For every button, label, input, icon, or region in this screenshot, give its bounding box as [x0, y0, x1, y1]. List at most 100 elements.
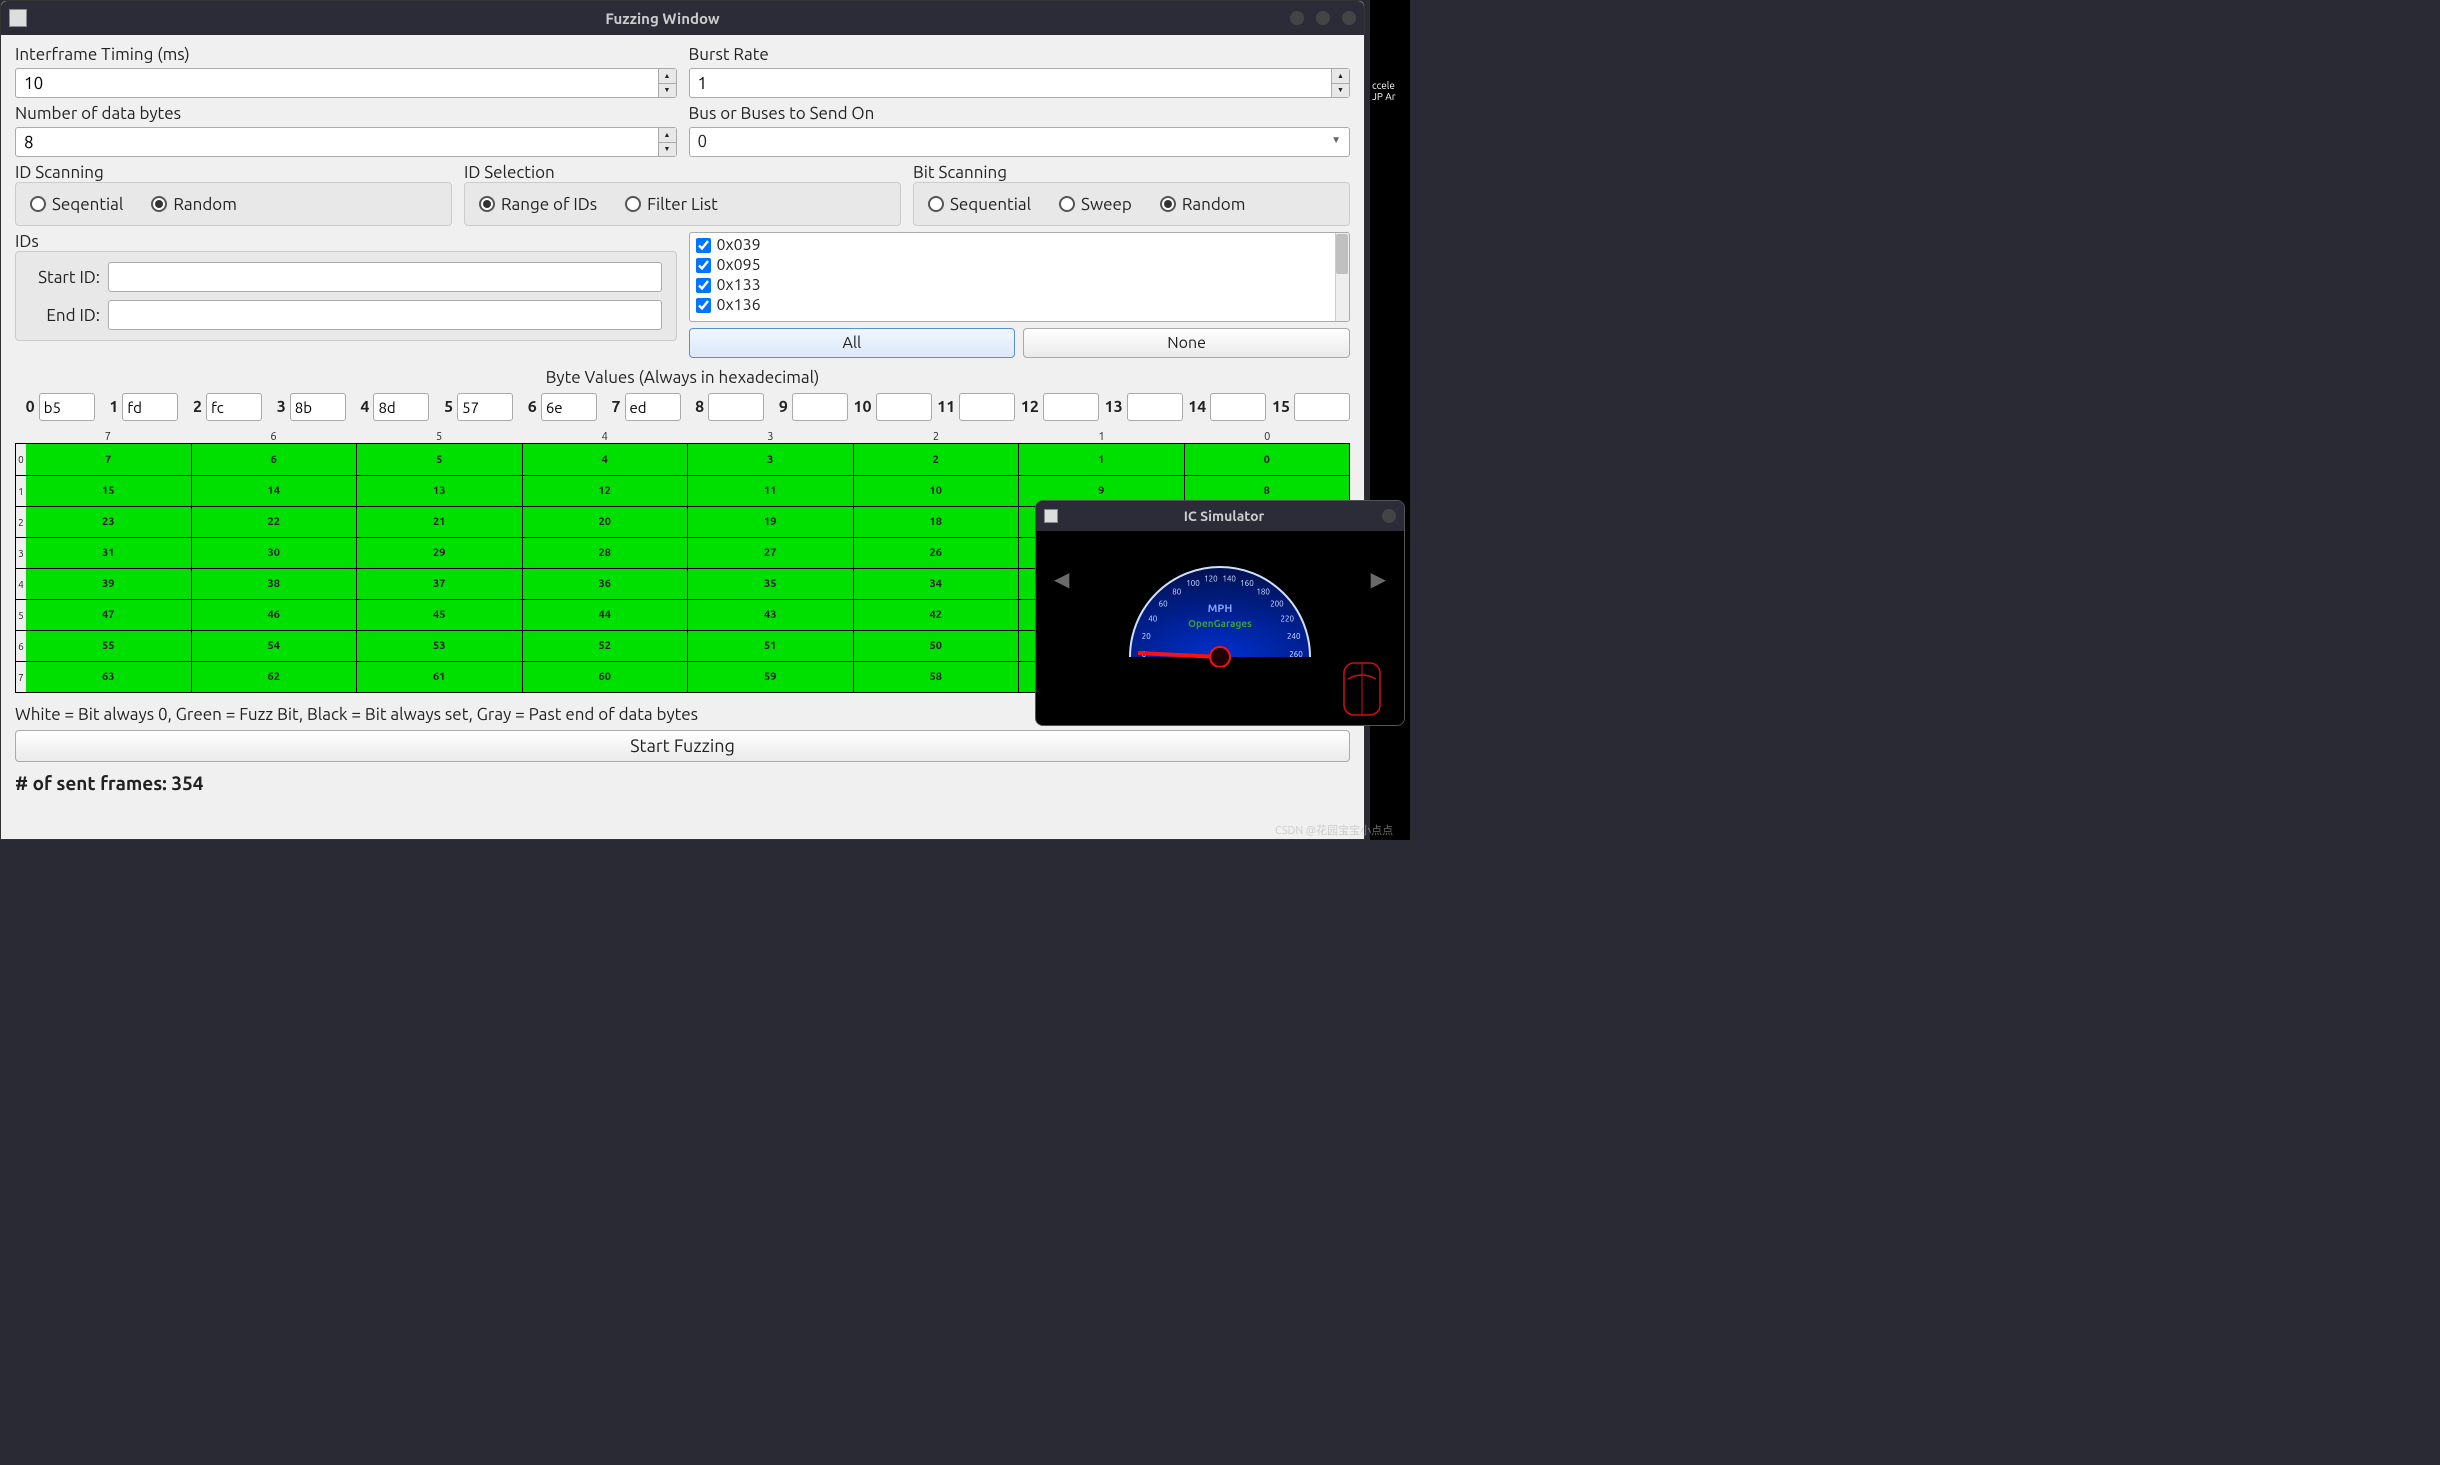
byte-input-5[interactable]: [457, 393, 513, 421]
bit-cell[interactable]: 1: [1019, 444, 1185, 475]
byte-input-13[interactable]: [1127, 393, 1183, 421]
byte-input-1[interactable]: [122, 393, 178, 421]
bit-cell[interactable]: 60: [523, 662, 689, 692]
idlist-checkbox[interactable]: [696, 278, 711, 293]
bit-cell[interactable]: 10: [854, 476, 1020, 506]
scrollbar-thumb[interactable]: [1336, 234, 1348, 274]
byte-input-6[interactable]: [541, 393, 597, 421]
bit-cell[interactable]: 31: [26, 538, 192, 568]
idlist-checkbox[interactable]: [696, 298, 711, 313]
idlist-item[interactable]: 0x039: [692, 235, 1348, 255]
bit-cell[interactable]: 61: [357, 662, 523, 692]
bit-cell[interactable]: 19: [688, 507, 854, 537]
idscan-group-option-1[interactable]: Random: [151, 195, 237, 214]
bit-cell[interactable]: 51: [688, 631, 854, 661]
sim-titlebar[interactable]: IC Simulator: [1036, 501, 1404, 531]
bit-cell[interactable]: 5: [357, 444, 523, 475]
byte-input-2[interactable]: [206, 393, 262, 421]
idlist-item[interactable]: 0x095: [692, 255, 1348, 275]
bit-cell[interactable]: 7: [26, 444, 192, 475]
idlist-item[interactable]: 0x133: [692, 275, 1348, 295]
interframe-input[interactable]: [15, 68, 659, 98]
byte-input-7[interactable]: [625, 393, 681, 421]
bitscan-group-option-1[interactable]: Sweep: [1059, 195, 1132, 214]
bytes-input[interactable]: [15, 127, 659, 157]
bit-cell[interactable]: 35: [688, 569, 854, 599]
byte-input-9[interactable]: [792, 393, 848, 421]
close-button[interactable]: [1342, 11, 1356, 25]
bit-cell[interactable]: 29: [357, 538, 523, 568]
byte-input-3[interactable]: [290, 393, 346, 421]
bit-cell[interactable]: 58: [854, 662, 1020, 692]
bit-cell[interactable]: 0: [1185, 444, 1350, 475]
bit-cell[interactable]: 3: [688, 444, 854, 475]
start-fuzzing-button[interactable]: Start Fuzzing: [15, 730, 1350, 762]
byte-input-10[interactable]: [876, 393, 932, 421]
interframe-up-button[interactable]: ▲: [659, 69, 676, 84]
bit-cell[interactable]: 27: [688, 538, 854, 568]
bit-cell[interactable]: 53: [357, 631, 523, 661]
bit-cell[interactable]: 47: [26, 600, 192, 630]
sim-close-button[interactable]: [1382, 509, 1396, 523]
bit-cell[interactable]: 45: [357, 600, 523, 630]
none-button[interactable]: None: [1023, 328, 1350, 358]
bytes-up-button[interactable]: ▲: [659, 128, 676, 143]
bit-cell[interactable]: 30: [192, 538, 358, 568]
bit-cell[interactable]: 15: [26, 476, 192, 506]
bit-cell[interactable]: 20: [523, 507, 689, 537]
minimize-button[interactable]: [1290, 11, 1304, 25]
bit-cell[interactable]: 44: [523, 600, 689, 630]
bit-cell[interactable]: 26: [854, 538, 1020, 568]
byte-input-12[interactable]: [1043, 393, 1099, 421]
bit-cell[interactable]: 2: [854, 444, 1020, 475]
bit-cell[interactable]: 54: [192, 631, 358, 661]
byte-input-11[interactable]: [959, 393, 1015, 421]
bit-cell[interactable]: 11: [688, 476, 854, 506]
startid-input[interactable]: [108, 262, 662, 292]
bitscan-group-option-2[interactable]: Random: [1160, 195, 1246, 214]
bit-cell[interactable]: 38: [192, 569, 358, 599]
byte-input-14[interactable]: [1210, 393, 1266, 421]
bit-cell[interactable]: 36: [523, 569, 689, 599]
bus-combo[interactable]: 0: [689, 127, 1351, 157]
bit-cell[interactable]: 12: [523, 476, 689, 506]
bit-cell[interactable]: 34: [854, 569, 1020, 599]
burst-down-button[interactable]: ▼: [1332, 84, 1349, 98]
bit-cell[interactable]: 6: [192, 444, 358, 475]
bit-cell[interactable]: 23: [26, 507, 192, 537]
byte-input-15[interactable]: [1294, 393, 1350, 421]
bit-cell[interactable]: 46: [192, 600, 358, 630]
titlebar[interactable]: Fuzzing Window: [1, 1, 1364, 35]
scrollbar-track[interactable]: [1335, 233, 1349, 321]
bytes-down-button[interactable]: ▼: [659, 143, 676, 157]
bitscan-group-option-0[interactable]: Sequential: [928, 195, 1031, 214]
idsel-group-option-0[interactable]: Range of IDs: [479, 195, 597, 214]
bit-cell[interactable]: 39: [26, 569, 192, 599]
bit-cell[interactable]: 13: [357, 476, 523, 506]
interframe-down-button[interactable]: ▼: [659, 84, 676, 98]
burst-up-button[interactable]: ▲: [1332, 69, 1349, 84]
bit-cell[interactable]: 50: [854, 631, 1020, 661]
idlist-item[interactable]: 0x136: [692, 295, 1348, 315]
maximize-button[interactable]: [1316, 11, 1330, 25]
bit-cell[interactable]: 28: [523, 538, 689, 568]
bit-cell[interactable]: 37: [357, 569, 523, 599]
endid-input[interactable]: [108, 300, 662, 330]
id-filter-list[interactable]: 0x0390x0950x1330x136: [689, 232, 1351, 322]
bit-cell[interactable]: 55: [26, 631, 192, 661]
idlist-checkbox[interactable]: [696, 238, 711, 253]
burst-input[interactable]: [689, 68, 1333, 98]
byte-input-8[interactable]: [708, 393, 764, 421]
bit-cell[interactable]: 43: [688, 600, 854, 630]
byte-input-4[interactable]: [373, 393, 429, 421]
bit-cell[interactable]: 4: [523, 444, 689, 475]
bit-cell[interactable]: 52: [523, 631, 689, 661]
bit-cell[interactable]: 59: [688, 662, 854, 692]
bit-cell[interactable]: 18: [854, 507, 1020, 537]
idsel-group-option-1[interactable]: Filter List: [625, 195, 718, 214]
idscan-group-option-0[interactable]: Seqential: [30, 195, 123, 214]
bit-cell[interactable]: 63: [26, 662, 192, 692]
ic-simulator-window[interactable]: IC Simulator ◀ ▶ 02040608010012014016018…: [1035, 500, 1405, 726]
bit-cell[interactable]: 21: [357, 507, 523, 537]
byte-input-0[interactable]: [39, 393, 95, 421]
